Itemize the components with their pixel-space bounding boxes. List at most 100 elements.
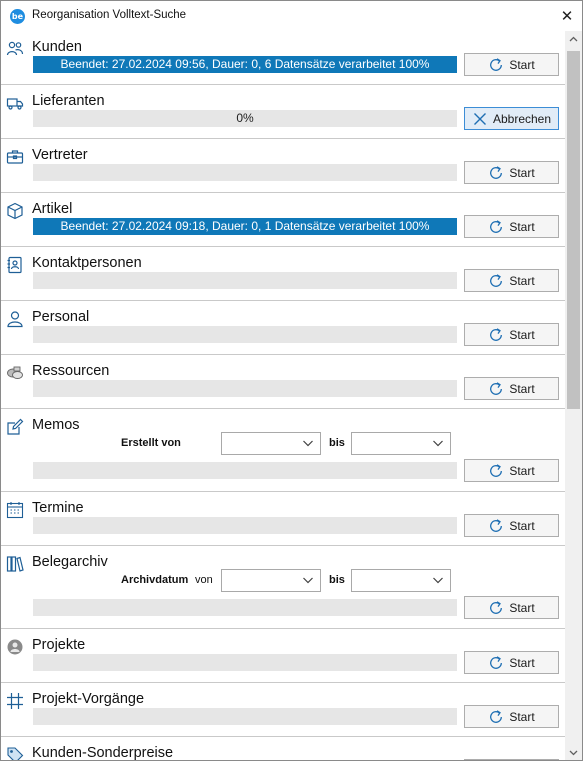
start-button[interactable]: Start [464, 269, 559, 292]
scroll-down-arrow-icon[interactable] [565, 744, 582, 760]
section-title: Projekte [32, 637, 86, 653]
section-ressourcen: Ressourcen Start [1, 355, 565, 409]
start-button[interactable]: Start [464, 377, 559, 400]
progress-status-text [33, 326, 457, 343]
progress-bar [33, 380, 457, 397]
refresh-icon [488, 600, 504, 616]
scrollbar-thumb[interactable] [567, 51, 580, 409]
refresh-icon [488, 165, 504, 181]
section-memos: Memos Erstellt von bis Start [1, 409, 565, 492]
refresh-icon [488, 709, 504, 725]
price-tag-icon [6, 746, 24, 760]
refresh-icon [488, 273, 504, 289]
section-title: Belegarchiv [32, 554, 108, 570]
progress-bar [33, 272, 457, 289]
project-icon [6, 638, 24, 656]
progress-status-text: 0% [236, 111, 254, 125]
chevron-down-icon [302, 573, 314, 587]
start-button[interactable]: Start [464, 323, 559, 346]
button-label: Start [509, 709, 535, 724]
progress-bar [33, 708, 457, 725]
address-book-icon [6, 256, 24, 274]
close-button[interactable]: ✕ [554, 3, 580, 29]
progress-status-text: Beendet: 27.02.2024 09:56, Dauer: 0, 6 D… [60, 57, 430, 71]
grid-icon [6, 692, 24, 710]
reorganisation-dialog: be Reorganisation Volltext-Suche ✕ Kunde… [0, 0, 583, 761]
progress-bar [33, 326, 457, 343]
progress-bar [33, 654, 457, 671]
button-label: Start [509, 655, 535, 670]
button-label: Start [509, 219, 535, 234]
archive-books-icon [6, 555, 24, 573]
filter-from-combo[interactable] [221, 432, 321, 455]
section-personal: Personal Start [1, 301, 565, 355]
progress-bar: Beendet: 27.02.2024 09:18, Dauer: 0, 1 D… [33, 218, 457, 235]
start-button[interactable]: Start [464, 161, 559, 184]
progress-bar [33, 462, 457, 479]
progress-status-text [33, 380, 457, 397]
progress-bar: Beendet: 27.02.2024 09:56, Dauer: 0, 6 D… [33, 56, 457, 73]
chevron-down-icon [432, 436, 444, 450]
start-button[interactable]: Start [464, 514, 559, 537]
progress-status-text [33, 599, 457, 616]
button-label: Start [509, 463, 535, 478]
refresh-icon [488, 518, 504, 534]
filter-to-combo[interactable] [351, 432, 451, 455]
section-termine: Termine Start [1, 492, 565, 546]
button-label: Start [509, 381, 535, 396]
section-title: Projekt-Vorgänge [32, 691, 145, 707]
section-projekte: Projekte Start [1, 629, 565, 683]
button-label: Abbrechen [492, 111, 552, 126]
section-title: Artikel [32, 201, 73, 217]
filter-from-combo[interactable] [221, 569, 321, 592]
section-title: Personal [32, 309, 90, 325]
start-button[interactable]: Start [464, 215, 559, 238]
chevron-down-icon [432, 573, 444, 587]
button-label: Start [509, 518, 535, 533]
refresh-icon [488, 327, 504, 343]
calendar-icon [6, 501, 24, 519]
start-button[interactable]: Start [464, 596, 559, 619]
section-title: Kunden-Sonderpreise [32, 745, 174, 761]
title-bar: be Reorganisation Volltext-Suche ✕ [1, 1, 582, 31]
start-button[interactable]: Start [464, 459, 559, 482]
box-icon [6, 202, 24, 220]
progress-status-text: Beendet: 27.02.2024 09:18, Dauer: 0, 1 D… [60, 219, 430, 233]
close-icon [472, 111, 488, 127]
cancel-button[interactable]: Abbrechen [464, 107, 559, 130]
filter-label: Erstellt von [121, 437, 181, 449]
section-title: Vertreter [32, 147, 88, 163]
start-button[interactable]: Start [464, 651, 559, 674]
button-label: Start [509, 600, 535, 615]
progress-status-text [33, 272, 457, 289]
refresh-icon [488, 655, 504, 671]
section-list: Kunden Beendet: 27.02.2024 09:56, Dauer: … [1, 31, 565, 761]
refresh-icon [488, 219, 504, 235]
filter-to-combo[interactable] [351, 569, 451, 592]
vertical-scrollbar[interactable] [565, 31, 582, 760]
button-label: Start [509, 165, 535, 180]
section-artikel: Artikel Beendet: 27.02.2024 09:18, Dauer:… [1, 193, 565, 247]
section-vertreter: Vertreter Start [1, 139, 565, 193]
button-label: Start [509, 57, 535, 72]
progress-status-text [33, 462, 457, 479]
section-title: Kunden [32, 39, 82, 55]
progress-status-text [33, 654, 457, 671]
filter-from-label: von [195, 574, 213, 586]
start-button[interactable]: Start [464, 705, 559, 728]
refresh-icon [488, 381, 504, 397]
memo-edit-icon [6, 418, 24, 436]
refresh-icon [488, 463, 504, 479]
section-title: Memos [32, 417, 80, 433]
section-kunden-sonderpreise: Kunden-SonderpreiseStart [1, 737, 565, 761]
section-belegarchiv: Belegarchiv Archivdatum von bis Start [1, 546, 565, 629]
section-kunden: Kunden Beendet: 27.02.2024 09:56, Dauer: … [1, 31, 565, 85]
scroll-up-arrow-icon[interactable] [565, 31, 582, 48]
progress-bar [33, 164, 457, 181]
section-title: Ressourcen [32, 363, 110, 379]
start-button[interactable]: Start [464, 53, 559, 76]
resources-icon [6, 364, 24, 382]
section-title: Termine [32, 500, 84, 516]
progress-status-text [33, 708, 457, 725]
chevron-down-icon [302, 436, 314, 450]
